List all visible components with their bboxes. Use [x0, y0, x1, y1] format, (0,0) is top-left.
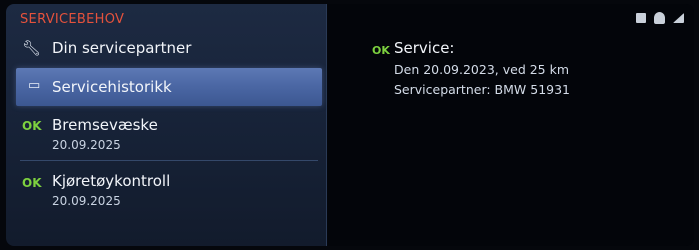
- menu-item-label: Kjøretøykontroll: [52, 172, 171, 190]
- detail-status-ok: OK: [372, 44, 390, 57]
- service-book-icon: ▭: [28, 78, 41, 93]
- status-bar: [636, 12, 684, 24]
- detail-panel: OK Service: Den 20.09.2023, ved 25 km Se…: [328, 4, 694, 246]
- menu-title: SERVICEBEHOV: [20, 12, 125, 27]
- menu-item-service-history[interactable]: ▭ Servicehistorikk: [16, 68, 322, 106]
- wrench-icon: 🔧︎: [22, 39, 42, 57]
- idrive-screen: SERVICEBEHOV 🔧︎ Din servicepartner ▭ Ser…: [6, 4, 694, 246]
- person-icon: [654, 12, 665, 24]
- menu-item-date: 20.09.2025: [52, 138, 121, 152]
- menu-item-vehicle-inspection[interactable]: OK Kjøretøykontroll 20.09.2025: [6, 166, 326, 216]
- detail-service-date: Den 20.09.2023, ved 25 km: [394, 62, 570, 77]
- menu-divider: [20, 160, 318, 161]
- service-menu-panel: SERVICEBEHOV 🔧︎ Din servicepartner ▭ Ser…: [6, 4, 327, 246]
- signal-icon: [673, 13, 684, 23]
- status-ok-badge: OK: [22, 176, 42, 190]
- menu-item-label: Servicehistorikk: [52, 78, 172, 96]
- menu-item-brake-fluid[interactable]: OK Bremsevæske 20.09.2025: [6, 112, 326, 160]
- menu-item-service-partner[interactable]: 🔧︎ Din servicepartner: [6, 34, 326, 66]
- phone-icon: [636, 13, 646, 23]
- menu-item-label: Din servicepartner: [52, 39, 192, 57]
- status-ok-badge: OK: [22, 119, 42, 133]
- menu-item-date: 20.09.2025: [52, 194, 121, 208]
- detail-service-partner: Servicepartner: BMW 51931: [394, 82, 571, 97]
- menu-item-label: Bremsevæske: [52, 116, 158, 134]
- detail-title: Service:: [394, 39, 455, 57]
